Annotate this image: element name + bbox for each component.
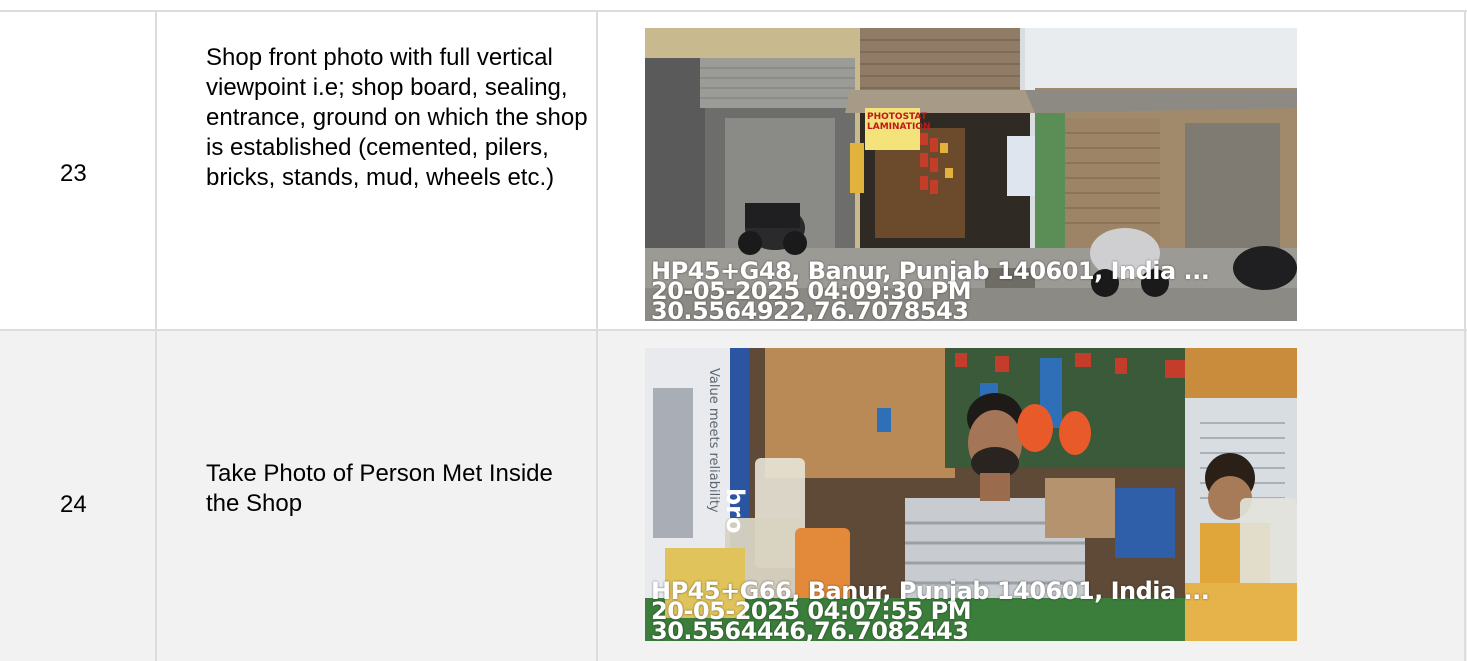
column-divider bbox=[1464, 12, 1466, 329]
box-brand: bro bbox=[721, 488, 749, 534]
geotag-overlay: HP45+G48, Banur, Punjab 140601, India ..… bbox=[651, 259, 1210, 321]
box-tagline: Value meets reliability bbox=[706, 368, 721, 513]
shop-front-photo[interactable]: PHOTOSTAT LAMINATION HP45+G48, Banur, Pu… bbox=[645, 28, 1297, 321]
geotag-coordinates: 30.5564922,76.7078543 bbox=[651, 297, 969, 321]
row-number: 24 bbox=[60, 491, 87, 518]
column-divider bbox=[1464, 331, 1466, 661]
geotag-coordinates: 30.5564446,76.7082443 bbox=[651, 617, 969, 641]
person-met-photo[interactable]: Value meets reliability bro HP45+G66, Ba… bbox=[645, 348, 1297, 641]
table-row: 23 Shop front photo with full vertical v… bbox=[0, 12, 1467, 331]
column-divider bbox=[596, 331, 598, 661]
row-description: Shop front photo with full vertical view… bbox=[206, 44, 588, 191]
column-divider bbox=[596, 12, 598, 329]
row-description: Take Photo of Person Met Inside the Shop bbox=[206, 460, 553, 517]
geotag-overlay: HP45+G66, Banur, Punjab 140601, India ..… bbox=[651, 579, 1210, 641]
row-number: 23 bbox=[60, 160, 87, 187]
column-divider bbox=[155, 12, 157, 329]
shop-signboard: PHOTOSTAT LAMINATION bbox=[867, 112, 931, 132]
column-divider bbox=[155, 331, 157, 661]
checklist-table: 23 Shop front photo with full vertical v… bbox=[0, 10, 1467, 661]
table-row: 24 Take Photo of Person Met Inside the S… bbox=[0, 331, 1467, 661]
